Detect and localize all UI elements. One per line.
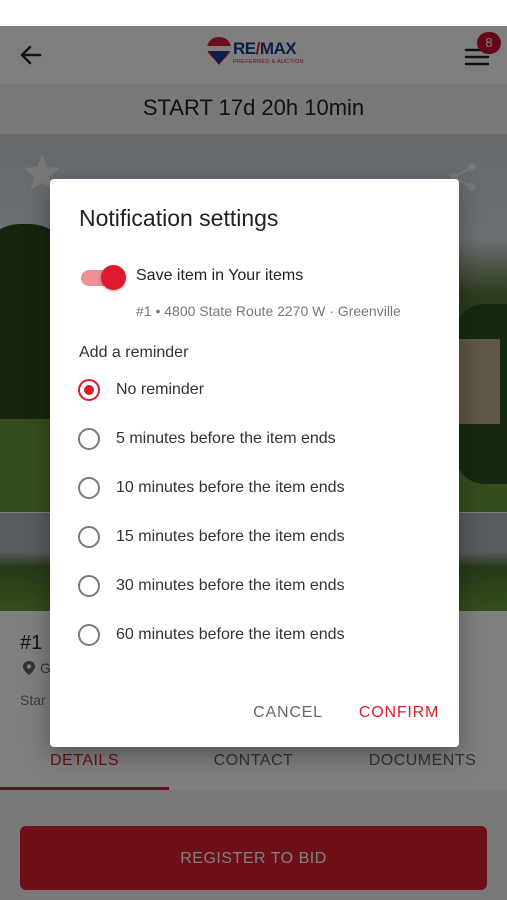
reminder-option-5min[interactable]: 5 minutes before the item ends xyxy=(78,419,438,459)
radio-button[interactable] xyxy=(78,428,100,450)
reminder-option-label: 10 minutes before the item ends xyxy=(116,479,345,496)
reminder-option-30min[interactable]: 30 minutes before the item ends xyxy=(78,566,438,606)
status-bar xyxy=(0,0,507,26)
item-description: #1 • 4800 State Route 2270 W · Greenvill… xyxy=(136,303,401,319)
confirm-button[interactable]: CONFIRM xyxy=(353,699,445,727)
reminder-option-label: 15 minutes before the item ends xyxy=(116,528,345,545)
reminder-option-label: 60 minutes before the item ends xyxy=(116,626,345,643)
reminder-option-none[interactable]: No reminder xyxy=(78,370,438,410)
save-item-label: Save item in Your items xyxy=(136,267,304,284)
reminder-heading: Add a reminder xyxy=(79,344,189,361)
reminder-option-10min[interactable]: 10 minutes before the item ends xyxy=(78,468,438,508)
radio-button[interactable] xyxy=(78,526,100,548)
save-item-toggle[interactable] xyxy=(79,264,127,290)
radio-button[interactable] xyxy=(78,575,100,597)
toggle-thumb xyxy=(101,265,126,290)
cancel-button[interactable]: CANCEL xyxy=(247,699,329,727)
dialog-title: Notification settings xyxy=(79,205,279,231)
radio-button[interactable] xyxy=(78,477,100,499)
reminder-option-60min[interactable]: 60 minutes before the item ends xyxy=(78,615,438,655)
reminder-option-label: No reminder xyxy=(116,381,205,398)
radio-button[interactable] xyxy=(78,624,100,646)
reminder-option-label: 30 minutes before the item ends xyxy=(116,577,345,594)
radio-button[interactable] xyxy=(78,379,100,401)
reminder-option-15min[interactable]: 15 minutes before the item ends xyxy=(78,517,438,557)
reminder-option-label: 5 minutes before the item ends xyxy=(116,430,336,447)
notification-settings-dialog: Notification settings Save item in Your … xyxy=(50,179,459,747)
